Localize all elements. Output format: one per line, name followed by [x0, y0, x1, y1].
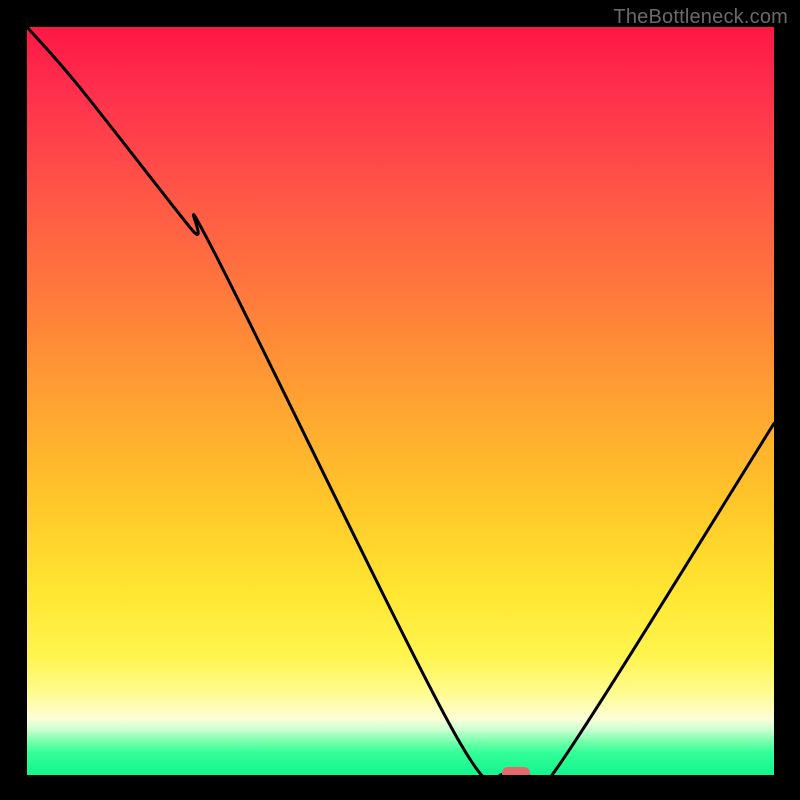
- optimum-marker: [502, 767, 530, 775]
- plot-area: [27, 27, 774, 775]
- curve-path: [27, 27, 774, 775]
- watermark-text: TheBottleneck.com: [613, 6, 788, 29]
- line-curve: [27, 27, 774, 775]
